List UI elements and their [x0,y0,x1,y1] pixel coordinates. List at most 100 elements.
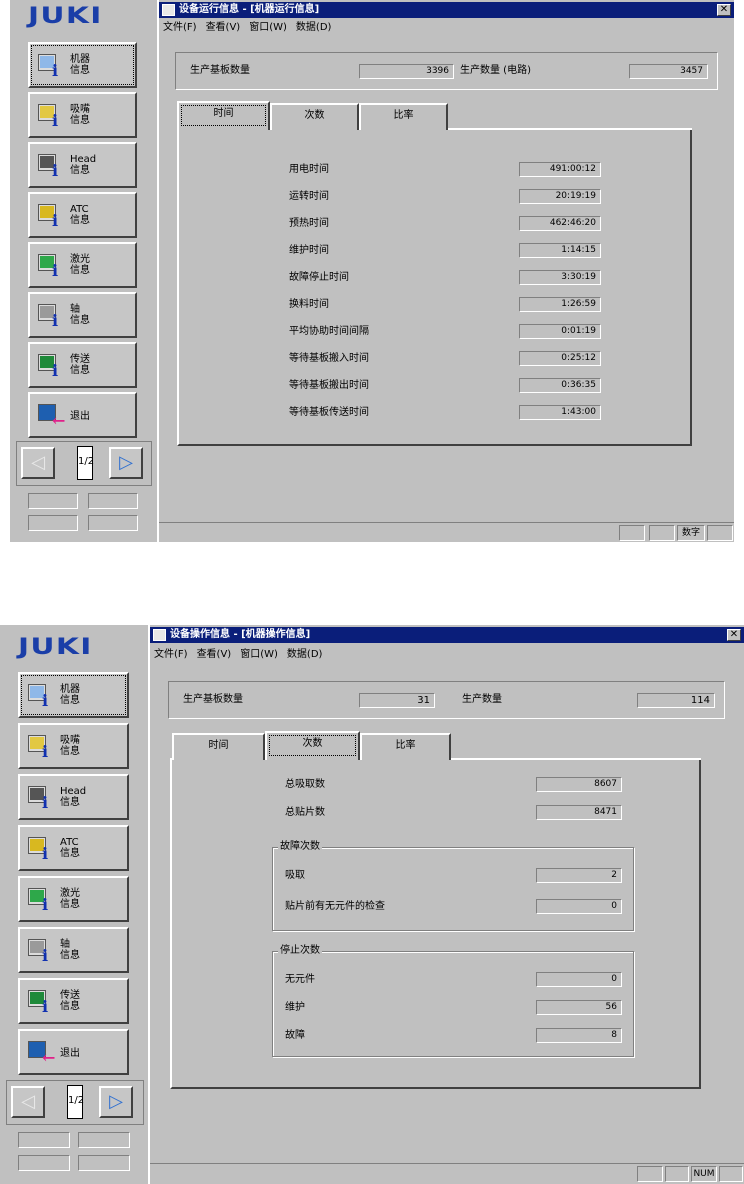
axis-info-button[interactable]: i 轴 信息 [28,292,137,338]
window-title: 设备运行信息 - [机器运行信息] [159,2,734,18]
menu-data[interactable]: 数据(D) [296,22,332,33]
tab-ratio[interactable]: 比率 [359,103,448,130]
head-info-button[interactable]: i Head 信息 [18,774,129,820]
axis-info-label: 轴 信息 [70,304,90,326]
fault-row-label: 吸取 [285,870,305,881]
total-pick-value: 8607 [536,777,622,792]
row-value: 1:43:00 [519,405,601,420]
summary-panel: 生产基板数量 3396 生产数量 (电路) 3457 [175,52,718,90]
conveyor-info-label: 传送 信息 [70,354,90,376]
atc-info-button[interactable]: i ATC 信息 [28,192,137,238]
blank-slot [18,1155,70,1171]
close-icon[interactable]: ✕ [717,4,731,16]
row-label: 维护时间 [289,245,329,256]
machine-info-button[interactable]: i 机器 信息 [28,42,137,88]
status-pane [719,1166,743,1182]
operation-info-window: 设备操作信息 - [机器操作信息] ✕ 文件(F) 查看(V) 窗口(W) 数据(D)… [148,625,744,1184]
machine-info-button[interactable]: i 机器 信息 [18,672,129,718]
tab-content [177,128,692,446]
tab-count[interactable]: 次数 [270,103,359,130]
atc-info-icon: i [28,835,54,863]
status-numlock: NUM [691,1166,717,1182]
next-page-button[interactable]: ▷ [99,1086,133,1118]
status-bar: NUM [150,1163,744,1184]
head-info-icon: i [28,784,54,812]
menu-data[interactable]: 数据(D) [287,649,323,660]
board-count-label: 生产基板数量 [190,65,250,76]
atc-info-button[interactable]: i ATC 信息 [18,825,129,871]
row-label: 用电时间 [289,164,329,175]
total-place-label: 总贴片数 [285,807,325,818]
machine-info-icon: i [28,682,54,710]
menu-view[interactable]: 查看(V) [197,649,232,660]
close-icon[interactable]: ✕ [727,629,741,641]
row-label: 等待基板搬出时间 [289,380,369,391]
head-info-icon: i [38,152,64,180]
production-count-value: 114 [637,693,715,708]
menu-window[interactable]: 窗口(W) [249,22,287,33]
next-page-button[interactable]: ▷ [109,447,143,479]
row-value: 491:00:12 [519,162,601,177]
laser-info-label: 激光 信息 [60,888,80,910]
nozzle-info-icon: i [28,733,54,761]
prev-page-button[interactable]: ◁ [11,1086,45,1118]
tab-time[interactable]: 时间 [172,733,265,760]
row-value: 1:14:15 [519,243,601,258]
menu-file[interactable]: 文件(F) [154,649,188,660]
tab-time[interactable]: 时间 [177,101,270,130]
board-count-value: 3396 [359,64,454,79]
row-label: 换料时间 [289,299,329,310]
status-pane [707,525,733,541]
window-app-icon [162,4,175,16]
head-info-label: Head 信息 [70,154,97,176]
nozzle-info-button[interactable]: i 吸嘴 信息 [28,92,137,138]
juki-logo: JUKI [18,635,93,660]
nozzle-info-button[interactable]: i 吸嘴 信息 [18,723,129,769]
stop-row-label: 无元件 [285,974,315,985]
tab-ratio[interactable]: 比率 [360,733,451,760]
row-value: 20:19:19 [519,189,601,204]
status-pane [665,1166,689,1182]
board-count-value: 31 [359,693,435,708]
row-value: 0:01:19 [519,324,601,339]
summary-panel: 生产基板数量 31 生产数量 114 [168,681,725,719]
sidebar: JUKI i 机器 信息 i 吸嘴 信息 i Head 信息 i ATC 信息 … [10,0,157,542]
window-app-icon [153,629,166,641]
axis-info-label: 轴 信息 [60,939,80,961]
menu-bar: 文件(F) 查看(V) 窗口(W) 数据(D) [154,647,331,663]
row-value: 462:46:20 [519,216,601,231]
axis-info-button[interactable]: i 轴 信息 [18,927,129,973]
conveyor-info-icon: i [28,988,54,1016]
axis-info-icon: i [38,302,64,330]
blank-slot [78,1155,130,1171]
run-info-window: 设备运行信息 - [机器运行信息] ✕ 文件(F) 查看(V) 窗口(W) 数据(D)… [157,0,734,542]
pager: ◁ 1/2 ▷ [16,441,152,486]
menu-window[interactable]: 窗口(W) [240,649,278,660]
laser-info-button[interactable]: i 激光 信息 [18,876,129,922]
tab-count[interactable]: 次数 [265,731,360,760]
exit-door-icon: ← [38,402,65,430]
head-info-button[interactable]: i Head 信息 [28,142,137,188]
menu-file[interactable]: 文件(F) [163,22,197,33]
blank-slot [78,1132,130,1148]
blank-slot [28,493,78,509]
production-count-value: 3457 [629,64,708,79]
blank-slot [88,493,138,509]
conveyor-info-button[interactable]: i 传送 信息 [18,978,129,1024]
laser-info-icon: i [38,252,64,280]
stop-count-title: 停止次数 [278,945,322,957]
row-label: 等待基板搬入时间 [289,353,369,364]
prev-page-button[interactable]: ◁ [21,447,55,479]
screenshot-machine-run-info: JUKI i 机器 信息 i 吸嘴 信息 i Head 信息 i ATC 信息 … [10,0,734,542]
conveyor-info-button[interactable]: i 传送 信息 [28,342,137,388]
blank-slot [28,515,78,531]
fault-count-title: 故障次数 [278,841,322,853]
laser-info-button[interactable]: i 激光 信息 [28,242,137,288]
laser-info-icon: i [28,886,54,914]
row-value: 1:26:59 [519,297,601,312]
page-indicator: 1/2 [67,1085,84,1119]
exit-button[interactable]: ← 退出 [18,1029,129,1075]
exit-button[interactable]: ← 退出 [28,392,137,438]
menu-view[interactable]: 查看(V) [206,22,241,33]
row-label: 等待基板传送时间 [289,407,369,418]
